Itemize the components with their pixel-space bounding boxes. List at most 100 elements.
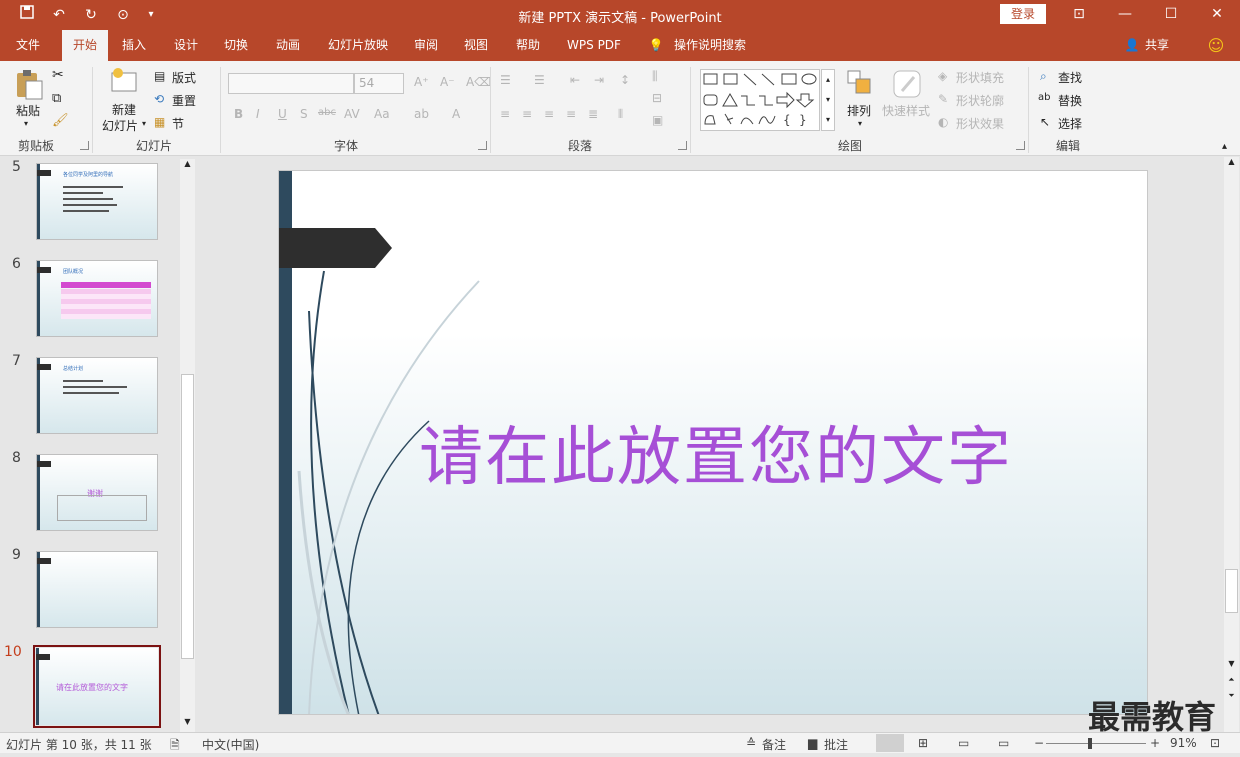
reading-view-icon[interactable]: ▭ <box>958 736 969 750</box>
font-name-combo[interactable] <box>228 73 354 94</box>
clear-format-icon[interactable]: A⌫ <box>466 75 491 89</box>
cut-icon[interactable]: ✂ <box>52 67 64 83</box>
find-icon[interactable]: ⌕ <box>1040 69 1047 84</box>
align-center-icon[interactable]: ≡ <box>522 107 532 121</box>
paste-dropdown-icon[interactable]: ▾ <box>24 119 28 128</box>
columns-icon[interactable]: ⫴ <box>618 107 623 122</box>
tab-insert[interactable]: 插入 <box>114 30 154 61</box>
paragraph-launcher-icon[interactable] <box>678 141 687 150</box>
tab-wps-pdf[interactable]: WPS PDF <box>560 30 628 61</box>
tab-home[interactable]: 开始 <box>62 30 108 61</box>
shape-fill-button[interactable]: 形状填充 <box>956 69 1004 86</box>
slide-thumbnail-7[interactable]: 总结计划 <box>36 357 158 434</box>
new-slide-icon[interactable] <box>110 67 138 98</box>
tell-me-search[interactable]: 操作说明搜索 <box>670 30 750 61</box>
change-case-icon[interactable]: Aa <box>374 107 390 121</box>
language-indicator[interactable]: 中文(中国) <box>202 736 259 753</box>
replace-button[interactable]: 替换 <box>1058 92 1082 109</box>
scroll-down-icon[interactable]: ▼ <box>1224 659 1239 673</box>
drawing-launcher-icon[interactable] <box>1016 141 1025 150</box>
increase-indent-icon[interactable]: ⇥ <box>594 73 604 87</box>
arrange-button[interactable]: 排列 <box>847 102 871 119</box>
collapse-ribbon-icon[interactable]: ▴ <box>1222 141 1227 152</box>
text-direction-icon[interactable]: ⫼ <box>652 69 658 84</box>
reset-button[interactable]: 重置 <box>172 92 196 109</box>
arrange-icon[interactable] <box>846 69 874 102</box>
close-button[interactable]: ✕ <box>1194 0 1240 30</box>
bullets-icon[interactable]: ☰ <box>500 73 511 87</box>
slide-scrollbar[interactable]: ▲ ▼ ⏶ ⏷ <box>1224 157 1239 732</box>
tab-slideshow[interactable]: 幻灯片放映 <box>322 30 394 61</box>
replace-icon[interactable]: ab <box>1038 92 1050 103</box>
section-icon[interactable]: ▦ <box>154 115 165 129</box>
slide-thumbnail-10[interactable]: 请在此放置您的文字 <box>36 648 158 725</box>
font-color-icon[interactable]: A <box>452 107 460 121</box>
font-launcher-icon[interactable] <box>478 141 487 150</box>
layout-icon[interactable]: ▤ <box>154 69 165 83</box>
align-right-icon[interactable]: ≡ <box>544 107 554 121</box>
maximize-button[interactable]: ☐ <box>1148 0 1194 30</box>
scroll-down-icon[interactable]: ▼ <box>180 717 195 731</box>
strikethrough-icon[interactable]: abc <box>318 107 336 118</box>
notes-button[interactable]: 备注 <box>762 736 786 753</box>
shape-outline-icon[interactable]: ✎ <box>938 92 948 106</box>
tab-file[interactable]: 文件 <box>8 30 48 61</box>
shadow-icon[interactable]: S <box>300 107 308 121</box>
shape-effects-icon[interactable]: ◐ <box>938 115 948 129</box>
thumbnail-scrollbar[interactable]: ▲ ▼ <box>180 159 195 732</box>
shapes-gallery[interactable]: {} <box>700 69 820 131</box>
layout-button[interactable]: 版式 <box>172 69 196 86</box>
tab-view[interactable]: 视图 <box>456 30 496 61</box>
new-slide-label-1[interactable]: 新建 <box>112 101 136 118</box>
tab-design[interactable]: 设计 <box>166 30 206 61</box>
numbering-icon[interactable]: ☰ <box>534 73 545 87</box>
paste-icon[interactable] <box>14 69 44 104</box>
highlight-icon[interactable]: ab <box>414 107 429 121</box>
scroll-up-icon[interactable]: ▲ <box>1224 157 1239 171</box>
grow-font-icon[interactable]: A⁺ <box>414 75 429 89</box>
slide-title-placeholder[interactable]: 请在此放置您的文字 <box>419 406 1019 498</box>
slide-thumbnail-9[interactable] <box>36 551 158 628</box>
comments-button[interactable]: 批注 <box>824 736 848 753</box>
login-button[interactable]: 登录 <box>1000 4 1046 24</box>
comments-icon[interactable]: ▆ <box>808 736 817 750</box>
slideshow-view-icon[interactable]: ▭ <box>998 736 1009 750</box>
ribbon-display-options-icon[interactable]: ⊡ <box>1056 0 1102 30</box>
shrink-font-icon[interactable]: A⁻ <box>440 75 455 89</box>
smiley-feedback-icon[interactable]: ☺ <box>1206 30 1226 61</box>
shape-fill-icon[interactable]: ◈ <box>938 69 947 83</box>
slide-canvas[interactable]: 请在此放置您的文字 <box>278 170 1148 715</box>
new-slide-dropdown-icon[interactable]: ▾ <box>142 119 146 128</box>
zoom-in-icon[interactable]: + <box>1150 736 1160 750</box>
slide-thumbnail-8[interactable]: 谢谢 <box>36 454 158 531</box>
tab-animations[interactable]: 动画 <box>268 30 308 61</box>
shape-effects-button[interactable]: 形状效果 <box>956 115 1004 132</box>
minimize-button[interactable]: — <box>1102 0 1148 30</box>
clipboard-launcher-icon[interactable] <box>80 141 89 150</box>
underline-icon[interactable]: U <box>278 107 287 121</box>
italic-icon[interactable]: I <box>256 107 260 121</box>
normal-view-icon[interactable] <box>876 734 904 752</box>
fit-to-window-icon[interactable]: ⊡ <box>1210 736 1220 750</box>
line-spacing-icon[interactable]: ↕ <box>620 73 630 87</box>
format-painter-icon[interactable]: 🖌 <box>52 113 69 128</box>
scroll-thumb[interactable] <box>181 374 194 659</box>
select-button[interactable]: 选择 <box>1058 115 1082 132</box>
align-left-icon[interactable]: ≡ <box>500 107 510 121</box>
share-button[interactable]: 共享 <box>1142 30 1172 61</box>
next-slide-icon[interactable]: ⏷ <box>1224 691 1239 705</box>
previous-slide-icon[interactable]: ⏶ <box>1224 675 1239 689</box>
distributed-icon[interactable]: ≣ <box>588 107 598 121</box>
bold-icon[interactable]: B <box>234 107 243 121</box>
zoom-slider[interactable] <box>1046 743 1146 744</box>
align-text-icon[interactable]: ⊟ <box>652 91 662 105</box>
decrease-indent-icon[interactable]: ⇤ <box>570 73 580 87</box>
zoom-out-icon[interactable]: − <box>1034 736 1044 750</box>
shapes-scroll-icon[interactable]: ▴ ▾ ▾ <box>821 69 835 131</box>
spacing-icon[interactable]: AV <box>344 107 360 121</box>
scroll-thumb[interactable] <box>1225 569 1238 613</box>
justify-icon[interactable]: ≡ <box>566 107 576 121</box>
slide-sorter-icon[interactable]: ⊞ <box>918 736 928 750</box>
arrange-dropdown-icon[interactable]: ▾ <box>858 119 862 128</box>
quick-styles-button[interactable]: 快速样式 <box>882 102 930 119</box>
